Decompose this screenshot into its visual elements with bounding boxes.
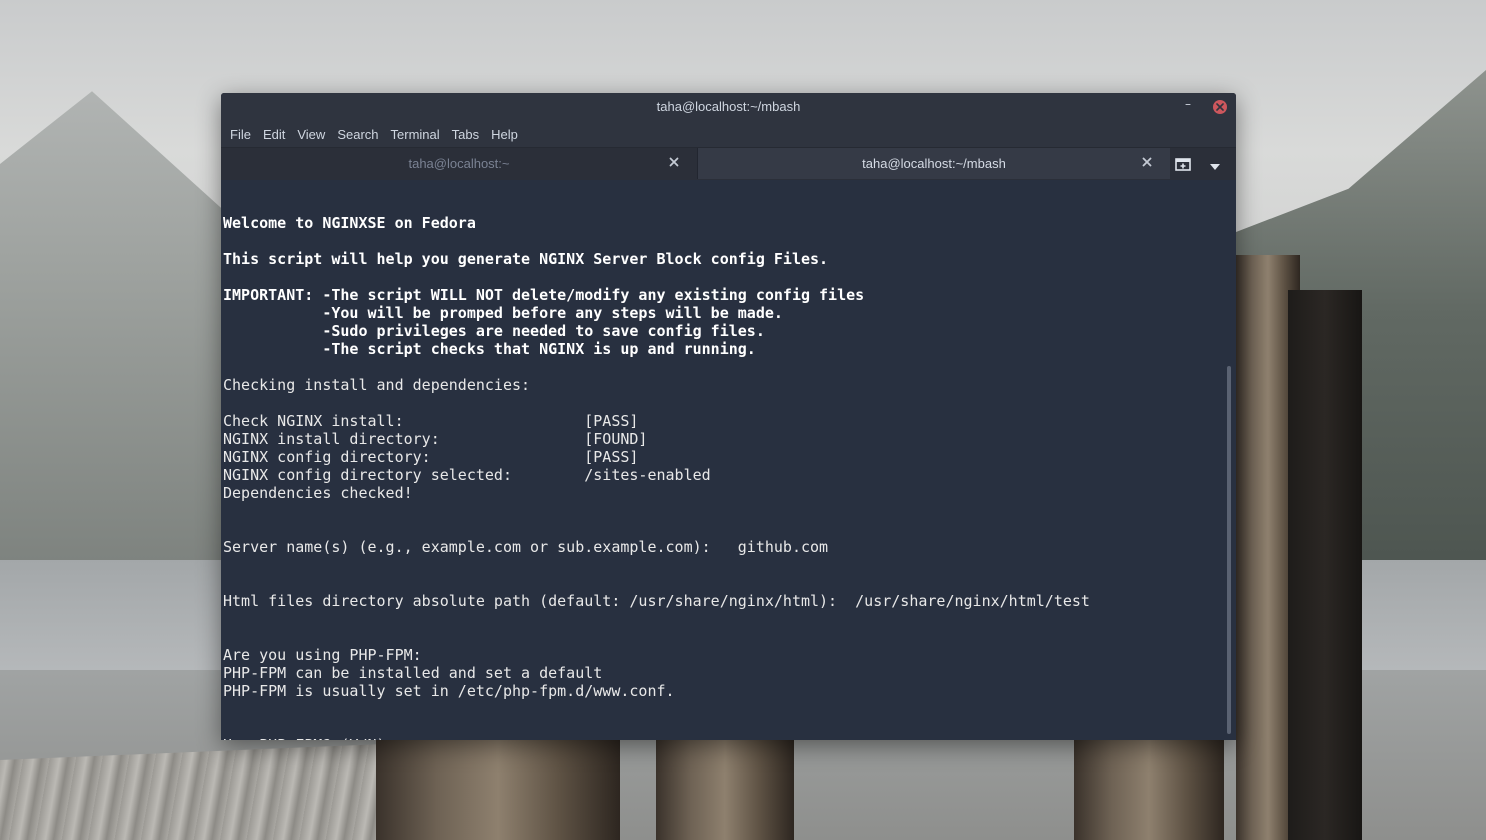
- background-post: [656, 740, 794, 840]
- close-icon[interactable]: [1213, 100, 1227, 114]
- terminal-line: NGINX config directory selected: /sites-…: [223, 466, 711, 484]
- tab-home[interactable]: taha@localhost:~: [221, 148, 698, 179]
- menu-edit[interactable]: Edit: [257, 127, 291, 142]
- terminal-line: NGINX install directory: [FOUND]: [223, 430, 648, 448]
- tab-label: taha@localhost:~: [408, 156, 510, 171]
- background-mountain-left: [0, 91, 230, 580]
- terminal-line: PHP-FPM can be installed and set a defau…: [223, 664, 603, 682]
- terminal-line: -You will be promped before any steps wi…: [223, 304, 783, 322]
- menu-terminal[interactable]: Terminal: [385, 127, 446, 142]
- close-icon[interactable]: [667, 155, 681, 169]
- terminal-line: Server name(s) (e.g., example.com or sub…: [223, 538, 829, 556]
- terminal-line: Checking install and dependencies:: [223, 376, 531, 394]
- close-icon[interactable]: [1140, 155, 1154, 169]
- terminal-line: This script will help you generate NGINX…: [223, 250, 829, 268]
- terminal-line: NGINX config directory: [PASS]: [223, 448, 639, 466]
- minimize-icon[interactable]: –: [1180, 97, 1196, 113]
- menu-help[interactable]: Help: [485, 127, 524, 142]
- terminal-line: Welcome to NGINXSE on Fedora: [223, 214, 476, 232]
- chevron-down-icon[interactable]: [1208, 158, 1222, 170]
- menu-search[interactable]: Search: [331, 127, 384, 142]
- scrollbar[interactable]: [1225, 180, 1233, 740]
- terminal-prompt-line: Use PHP-FPM? (Y/N):: [223, 736, 1090, 740]
- terminal-line: Dependencies checked!: [223, 484, 413, 502]
- desktop-background: taha@localhost:~/mbash – File Edit View …: [0, 0, 1486, 840]
- scrollbar-thumb[interactable]: [1227, 366, 1231, 734]
- menu-file[interactable]: File: [224, 127, 257, 142]
- terminal-line: Are you using PHP-FPM:: [223, 646, 422, 664]
- terminal-window: taha@localhost:~/mbash – File Edit View …: [221, 93, 1236, 740]
- terminal-line: IMPORTANT: -The script WILL NOT delete/m…: [223, 286, 865, 304]
- background-post: [1288, 290, 1362, 840]
- terminal-line: -Sudo privileges are needed to save conf…: [223, 322, 765, 340]
- window-title: taha@localhost:~/mbash: [656, 99, 801, 114]
- tab-mbash[interactable]: taha@localhost:~/mbash: [698, 148, 1170, 179]
- background-post: [1074, 740, 1224, 840]
- terminal-line: PHP-FPM is usually set in /etc/php-fpm.d…: [223, 682, 675, 700]
- text-cursor: [413, 737, 422, 740]
- tab-label: taha@localhost:~/mbash: [862, 156, 1006, 171]
- background-post: [376, 740, 620, 840]
- tab-bar: taha@localhost:~ taha@localhost:~/mbash: [221, 147, 1236, 180]
- menu-tabs[interactable]: Tabs: [446, 127, 485, 142]
- terminal-prompt: Use PHP-FPM? (Y/N):: [223, 736, 413, 740]
- terminal-line: Check NGINX install: [PASS]: [223, 412, 639, 430]
- title-bar[interactable]: taha@localhost:~/mbash –: [221, 93, 1236, 121]
- menu-bar: File Edit View Search Terminal Tabs Help: [221, 121, 1236, 147]
- terminal-line: Html files directory absolute path (defa…: [223, 592, 1090, 610]
- new-tab-icon[interactable]: [1174, 155, 1192, 173]
- menu-view[interactable]: View: [291, 127, 331, 142]
- terminal-body[interactable]: Welcome to NGINXSE on Fedora This script …: [221, 180, 1236, 740]
- terminal-line: -The script checks that NGINX is up and …: [223, 340, 756, 358]
- terminal-output: Welcome to NGINXSE on Fedora This script …: [223, 196, 1090, 740]
